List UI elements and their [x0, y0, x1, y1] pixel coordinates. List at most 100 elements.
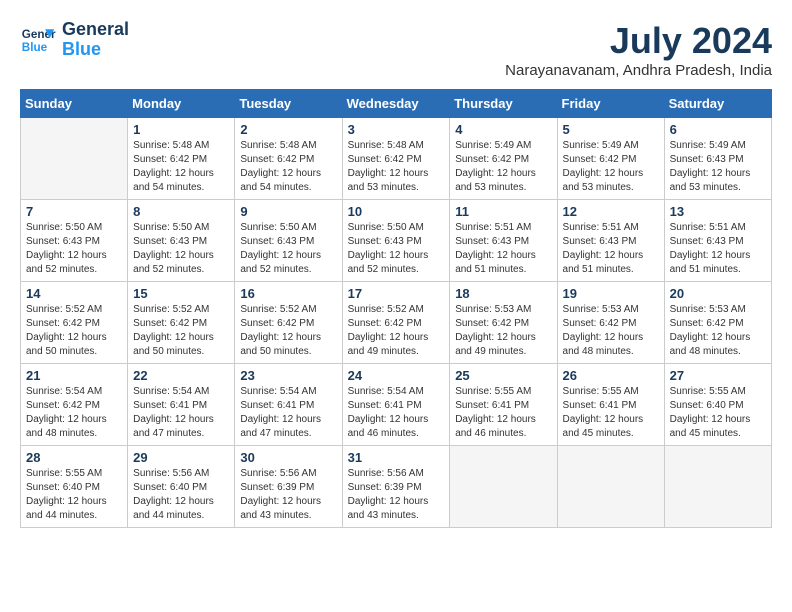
day-number: 3 [348, 122, 445, 137]
day-number: 8 [133, 204, 229, 219]
calendar-cell: 6 Sunrise: 5:49 AMSunset: 6:43 PMDaylight… [664, 118, 771, 200]
day-number: 18 [455, 286, 551, 301]
calendar-cell: 15Sunrise: 5:52 AMSunset: 6:42 PMDayligh… [128, 282, 235, 364]
day-info: Sunrise: 5:52 AMSunset: 6:42 PMDaylight:… [133, 303, 229, 359]
calendar-cell: 20 Sunrise: 5:53 AMSunset: 6:42 PMDayligh… [664, 282, 771, 364]
title-block: July 2024 Narayanavanam, Andhra Pradesh,… [505, 20, 772, 79]
day-number: 29 [133, 450, 229, 465]
location: Narayanavanam, Andhra Pradesh, India [505, 62, 772, 79]
day-info: Sunrise: 5:48 AMSunset: 6:42 PMDaylight:… [133, 139, 229, 195]
day-number: 7 [26, 204, 122, 219]
calendar-cell: 25 Sunrise: 5:55 AMSunset: 6:41 PMDayligh… [450, 364, 557, 446]
page-header: General Blue General Blue July 2024 Nara… [20, 20, 772, 79]
day-info: Sunrise: 5:50 AMSunset: 6:43 PMDaylight:… [26, 221, 122, 277]
calendar-cell: 24 Sunrise: 5:54 AMSunset: 6:41 PMDayligh… [342, 364, 450, 446]
day-info: Sunrise: 5:49 AMSunset: 6:43 PMDaylight:… [670, 139, 766, 195]
day-info: Sunrise: 5:51 AMSunset: 6:43 PMDaylight:… [455, 221, 551, 277]
day-number: 14 [26, 286, 122, 301]
day-info: Sunrise: 5:54 AMSunset: 6:41 PMDaylight:… [348, 385, 445, 441]
weekday-header-thursday: Thursday [450, 90, 557, 118]
calendar-cell: 7 Sunrise: 5:50 AMSunset: 6:43 PMDaylight… [21, 200, 128, 282]
day-number: 4 [455, 122, 551, 137]
calendar-cell [450, 446, 557, 528]
day-info: Sunrise: 5:56 AMSunset: 6:39 PMDaylight:… [240, 467, 336, 523]
logo-text: General Blue [62, 20, 129, 60]
day-number: 9 [240, 204, 336, 219]
day-number: 6 [670, 122, 766, 137]
calendar-cell: 8 Sunrise: 5:50 AMSunset: 6:43 PMDaylight… [128, 200, 235, 282]
calendar-cell: 12Sunrise: 5:51 AMSunset: 6:43 PMDayligh… [557, 200, 664, 282]
calendar-cell: 1 Sunrise: 5:48 AMSunset: 6:42 PMDaylight… [128, 118, 235, 200]
day-info: Sunrise: 5:55 AMSunset: 6:41 PMDaylight:… [563, 385, 659, 441]
calendar-cell: 19Sunrise: 5:53 AMSunset: 6:42 PMDayligh… [557, 282, 664, 364]
calendar-cell: 18 Sunrise: 5:53 AMSunset: 6:42 PMDayligh… [450, 282, 557, 364]
weekday-header-wednesday: Wednesday [342, 90, 450, 118]
day-info: Sunrise: 5:49 AMSunset: 6:42 PMDaylight:… [455, 139, 551, 195]
day-number: 1 [133, 122, 229, 137]
day-number: 22 [133, 368, 229, 383]
day-info: Sunrise: 5:56 AMSunset: 6:39 PMDaylight:… [348, 467, 445, 523]
calendar-header-row: SundayMondayTuesdayWednesdayThursdayFrid… [21, 90, 772, 118]
calendar-cell: 11Sunrise: 5:51 AMSunset: 6:43 PMDayligh… [450, 200, 557, 282]
calendar-cell: 2 Sunrise: 5:48 AMSunset: 6:42 PMDaylight… [235, 118, 342, 200]
day-info: Sunrise: 5:51 AMSunset: 6:43 PMDaylight:… [670, 221, 766, 277]
day-info: Sunrise: 5:50 AMSunset: 6:43 PMDaylight:… [348, 221, 445, 277]
day-info: Sunrise: 5:50 AMSunset: 6:43 PMDaylight:… [133, 221, 229, 277]
calendar-week-row: 21 Sunrise: 5:54 AMSunset: 6:42 PMDayligh… [21, 364, 772, 446]
day-number: 23 [240, 368, 336, 383]
day-info: Sunrise: 5:52 AMSunset: 6:42 PMDaylight:… [348, 303, 445, 359]
calendar-week-row: 14 Sunrise: 5:52 AMSunset: 6:42 PMDayligh… [21, 282, 772, 364]
calendar-cell: 21 Sunrise: 5:54 AMSunset: 6:42 PMDayligh… [21, 364, 128, 446]
day-number: 25 [455, 368, 551, 383]
day-number: 16 [240, 286, 336, 301]
calendar-week-row: 1 Sunrise: 5:48 AMSunset: 6:42 PMDaylight… [21, 118, 772, 200]
calendar-cell: 31 Sunrise: 5:56 AMSunset: 6:39 PMDayligh… [342, 446, 450, 528]
day-number: 27 [670, 368, 766, 383]
day-info: Sunrise: 5:54 AMSunset: 6:41 PMDaylight:… [240, 385, 336, 441]
day-info: Sunrise: 5:56 AMSunset: 6:40 PMDaylight:… [133, 467, 229, 523]
weekday-header-sunday: Sunday [21, 90, 128, 118]
day-info: Sunrise: 5:48 AMSunset: 6:42 PMDaylight:… [348, 139, 445, 195]
day-info: Sunrise: 5:52 AMSunset: 6:42 PMDaylight:… [26, 303, 122, 359]
day-info: Sunrise: 5:50 AMSunset: 6:43 PMDaylight:… [240, 221, 336, 277]
calendar-cell: 16 Sunrise: 5:52 AMSunset: 6:42 PMDayligh… [235, 282, 342, 364]
day-number: 5 [563, 122, 659, 137]
day-number: 24 [348, 368, 445, 383]
day-info: Sunrise: 5:53 AMSunset: 6:42 PMDaylight:… [670, 303, 766, 359]
month-year: July 2024 [505, 20, 772, 62]
day-info: Sunrise: 5:54 AMSunset: 6:41 PMDaylight:… [133, 385, 229, 441]
day-number: 21 [26, 368, 122, 383]
day-number: 10 [348, 204, 445, 219]
svg-text:Blue: Blue [22, 41, 48, 54]
calendar-cell [557, 446, 664, 528]
calendar-cell [664, 446, 771, 528]
logo-icon: General Blue [20, 22, 56, 58]
calendar-cell: 26 Sunrise: 5:55 AMSunset: 6:41 PMDayligh… [557, 364, 664, 446]
weekday-header-monday: Monday [128, 90, 235, 118]
day-number: 17 [348, 286, 445, 301]
day-number: 26 [563, 368, 659, 383]
day-info: Sunrise: 5:53 AMSunset: 6:42 PMDaylight:… [455, 303, 551, 359]
day-info: Sunrise: 5:55 AMSunset: 6:40 PMDaylight:… [670, 385, 766, 441]
logo: General Blue General Blue [20, 20, 129, 60]
calendar-table: SundayMondayTuesdayWednesdayThursdayFrid… [20, 89, 772, 528]
day-info: Sunrise: 5:54 AMSunset: 6:42 PMDaylight:… [26, 385, 122, 441]
calendar-cell: 17 Sunrise: 5:52 AMSunset: 6:42 PMDayligh… [342, 282, 450, 364]
weekday-header-tuesday: Tuesday [235, 90, 342, 118]
day-number: 13 [670, 204, 766, 219]
day-number: 2 [240, 122, 336, 137]
calendar-week-row: 7 Sunrise: 5:50 AMSunset: 6:43 PMDaylight… [21, 200, 772, 282]
calendar-cell: 10 Sunrise: 5:50 AMSunset: 6:43 PMDayligh… [342, 200, 450, 282]
day-info: Sunrise: 5:52 AMSunset: 6:42 PMDaylight:… [240, 303, 336, 359]
calendar-cell: 14 Sunrise: 5:52 AMSunset: 6:42 PMDayligh… [21, 282, 128, 364]
day-info: Sunrise: 5:55 AMSunset: 6:41 PMDaylight:… [455, 385, 551, 441]
day-info: Sunrise: 5:48 AMSunset: 6:42 PMDaylight:… [240, 139, 336, 195]
day-number: 20 [670, 286, 766, 301]
day-number: 12 [563, 204, 659, 219]
calendar-cell: 29 Sunrise: 5:56 AMSunset: 6:40 PMDayligh… [128, 446, 235, 528]
calendar-cell [21, 118, 128, 200]
weekday-header-friday: Friday [557, 90, 664, 118]
day-info: Sunrise: 5:53 AMSunset: 6:42 PMDaylight:… [563, 303, 659, 359]
calendar-week-row: 28Sunrise: 5:55 AMSunset: 6:40 PMDayligh… [21, 446, 772, 528]
day-number: 31 [348, 450, 445, 465]
